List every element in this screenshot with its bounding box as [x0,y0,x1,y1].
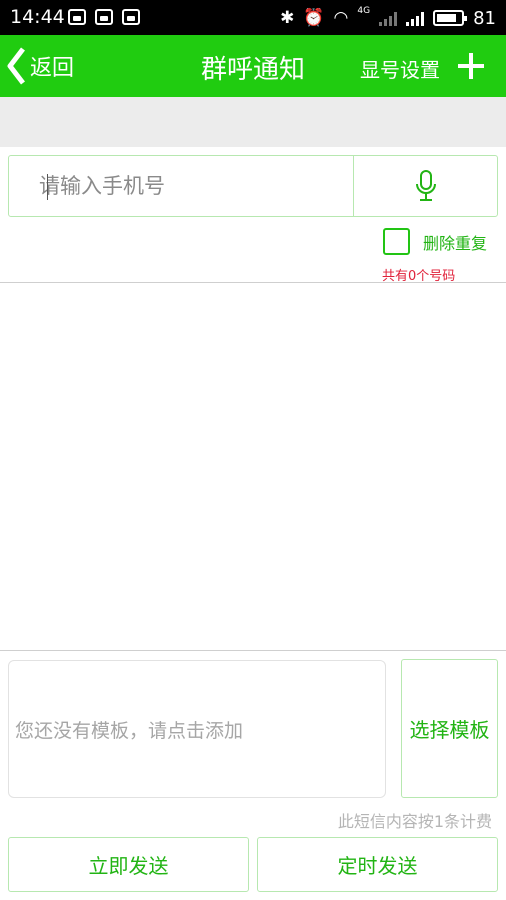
phone-input-group [8,155,498,217]
app-notification-icon [68,9,86,25]
phone-number-input[interactable] [9,156,353,216]
scheduled-send-label: 定时发送 [337,854,418,878]
send-now-label: 立即发送 [88,854,169,878]
back-label: 返回 [30,56,75,81]
back-button[interactable]: 返回 [6,43,74,89]
alarm-icon: ⏰ [303,7,325,28]
header-spacer [0,97,506,147]
remove-duplicates-toggle[interactable]: 删除重复 [383,228,487,255]
image-notification-icon [122,9,140,25]
battery-percent: 81 [473,7,496,29]
voice-input-button[interactable] [353,156,497,216]
remove-duplicates-label: 删除重复 [423,233,488,253]
status-bar: 14:44 ✱ ⏰ ◠ 4G 81 [0,0,506,35]
template-placeholder: 您还没有模板，请点击添加 [15,719,244,742]
phone-number-list [0,283,506,650]
message-template-area[interactable]: 您还没有模板，请点击添加 [8,660,386,798]
scheduled-send-button[interactable]: 定时发送 [257,837,498,892]
weibo-notification-icon [95,9,113,25]
title-bar: 返回 群呼通知 显号设置 [0,35,506,97]
divider [0,650,506,651]
send-now-button[interactable]: 立即发送 [8,837,249,892]
status-icons: ✱ ⏰ ◠ 4G 81 [280,6,496,30]
display-settings-button[interactable]: 显号设置 [360,54,440,83]
network-type: 4G [357,6,371,16]
text-cursor [47,174,48,200]
wifi-icon: ◠ [333,7,349,28]
signal-icon-sim1 [379,10,398,26]
signal-icon-sim2 [406,10,425,26]
select-template-button[interactable]: 选择模板 [401,659,498,798]
billing-note: 此短信内容按1条计费 [337,812,492,831]
bluetooth-icon: ✱ [280,7,295,28]
select-template-label: 选择模板 [409,718,490,742]
remove-duplicates-checkbox[interactable] [383,228,410,255]
plus-icon[interactable] [456,51,486,81]
battery-icon [433,10,468,26]
status-time: 14:44 [10,6,65,28]
chevron-left-icon [7,47,25,85]
microphone-icon [415,170,436,201]
